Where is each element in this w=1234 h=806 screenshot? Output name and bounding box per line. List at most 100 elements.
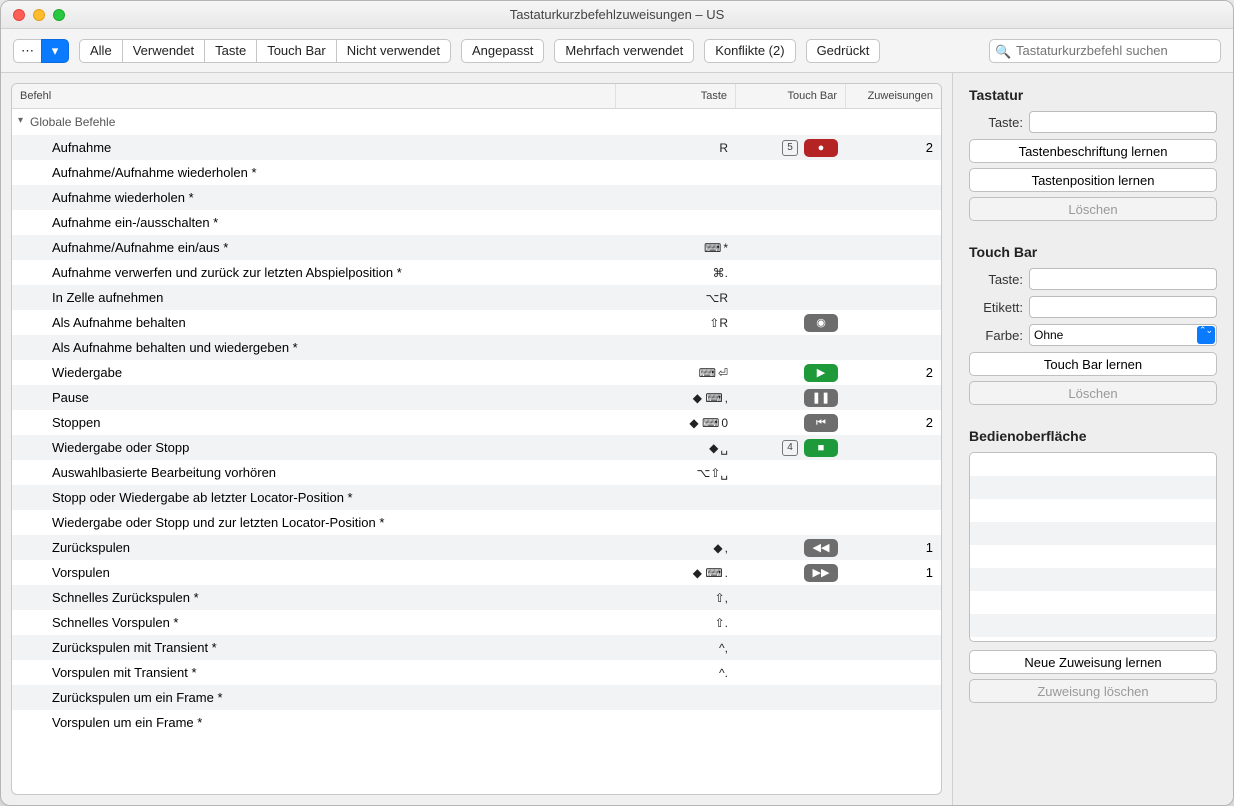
learn-key-position-button[interactable]: Tastenposition lernen	[969, 168, 1217, 192]
search-icon: 🔍	[995, 44, 1011, 60]
col-assignments[interactable]: Zuweisungen	[846, 84, 941, 108]
command-cell: Pause	[12, 390, 616, 405]
table-row[interactable]: In Zelle aufnehmen⌥R	[12, 285, 941, 310]
table-row[interactable]: Aufnahme wiederholen *	[12, 185, 941, 210]
tb-key-label: Taste:	[969, 272, 1023, 287]
table-row[interactable]: Vorspulen◆ ⌨.▶▶1	[12, 560, 941, 585]
table-row[interactable]: Wiedergabe⌨⏎▶2	[12, 360, 941, 385]
zoom-icon[interactable]	[53, 9, 65, 21]
search-input[interactable]	[989, 39, 1221, 63]
command-cell: Aufnahme wiederholen *	[12, 190, 616, 205]
table-row[interactable]: Pause◆ ⌨,❚❚	[12, 385, 941, 410]
table-row[interactable]: Auswahlbasierte Bearbeitung vorhören⌥⇧␣	[12, 460, 941, 485]
table-row[interactable]: Aufnahme/Aufnahme wiederholen *	[12, 160, 941, 185]
filter-nicht-verwendet[interactable]: Nicht verwendet	[336, 39, 451, 63]
surface-section: Bedienoberfläche Neue Zuweisung lernen Z…	[969, 428, 1217, 708]
key-cell: R	[616, 140, 736, 155]
close-icon[interactable]	[13, 9, 25, 21]
key-cell	[616, 165, 736, 180]
table-row[interactable]: Wiedergabe oder Stopp und zur letzten Lo…	[12, 510, 941, 535]
table-body[interactable]: Globale Befehle AufnahmeR5●2Aufnahme/Auf…	[12, 109, 941, 794]
tb-color-label: Farbe:	[969, 328, 1023, 343]
tb-etikett-input[interactable]	[1029, 296, 1217, 318]
keyboard-title: Tastatur	[969, 87, 1217, 103]
table-row[interactable]: AufnahmeR5●2	[12, 135, 941, 160]
minimize-icon[interactable]	[33, 9, 45, 21]
command-cell: Aufnahme/Aufnahme wiederholen *	[12, 165, 616, 180]
assignments-cell: 2	[846, 140, 941, 155]
touchbar-cell: ⏮	[736, 414, 846, 432]
touchbar-cell: 4■	[736, 439, 846, 457]
multi-used-button[interactable]: Mehrfach verwendet	[554, 39, 694, 63]
table-row[interactable]: Wiedergabe oder Stopp◆␣4■	[12, 435, 941, 460]
table-row[interactable]: Zurückspulen um ein Frame *	[12, 685, 941, 710]
search-field: 🔍	[989, 39, 1221, 63]
view-dropdown-button[interactable]: ▾	[41, 39, 69, 63]
view-options-button[interactable]: ⋯	[13, 39, 41, 63]
command-cell: Als Aufnahme behalten	[12, 315, 616, 330]
assignments-cell: 2	[846, 415, 941, 430]
window-title: Tastaturkurzbefehlzuweisungen – US	[510, 7, 725, 22]
surface-title: Bedienoberfläche	[969, 428, 1217, 444]
filter-taste[interactable]: Taste	[204, 39, 256, 63]
table-row[interactable]: Als Aufnahme behalten und wiedergeben *	[12, 335, 941, 360]
command-cell: Stoppen	[12, 415, 616, 430]
table-row[interactable]: Aufnahme/Aufnahme ein/aus *⌨*	[12, 235, 941, 260]
customized-button[interactable]: Angepasst	[461, 39, 544, 63]
table-row[interactable]: Als Aufnahme behalten⇧R◉	[12, 310, 941, 335]
table-row[interactable]: Zurückspulen◆,◀◀1	[12, 535, 941, 560]
conflicts-button[interactable]: Konflikte (2)	[704, 39, 795, 63]
key-input[interactable]	[1029, 111, 1217, 133]
command-cell: Wiedergabe oder Stopp	[12, 440, 616, 455]
pressed-button[interactable]: Gedrückt	[806, 39, 881, 63]
tb-color-select[interactable]: Ohne	[1029, 324, 1217, 346]
key-cell	[616, 690, 736, 705]
group-header[interactable]: Globale Befehle	[12, 109, 941, 135]
col-touchbar[interactable]: Touch Bar	[736, 84, 846, 108]
touchbar-badge-icon: ●	[804, 139, 838, 157]
touchbar-badge-icon: ▶▶	[804, 564, 838, 582]
inspector: Tastatur Taste: Tastenbeschriftung lerne…	[953, 73, 1233, 805]
table-row[interactable]: Stoppen◆ ⌨0 ⏮ 2	[12, 410, 941, 435]
table-row[interactable]: Schnelles Zurückspulen *⇧,	[12, 585, 941, 610]
filter-verwendet[interactable]: Verwendet	[122, 39, 204, 63]
table-row[interactable]: Zurückspulen mit Transient *^,	[12, 635, 941, 660]
learn-key-label-button[interactable]: Tastenbeschriftung lernen	[969, 139, 1217, 163]
main-panel: Befehl Taste Touch Bar Zuweisungen Globa…	[1, 73, 953, 805]
table-row[interactable]: Schnelles Vorspulen *⇧.	[12, 610, 941, 635]
touchbar-badge-icon: ⏮	[804, 414, 838, 432]
key-cell: ⌘.	[616, 265, 736, 280]
table-row[interactable]: Aufnahme ein-/ausschalten *	[12, 210, 941, 235]
key-cell: ^.	[616, 665, 736, 680]
touchbar-cell: ▶	[736, 364, 846, 382]
table-row[interactable]: Aufnahme verwerfen und zurück zur letzte…	[12, 260, 941, 285]
window: Tastaturkurzbefehlzuweisungen – US ⋯ ▾ A…	[0, 0, 1234, 806]
key-cell	[616, 715, 736, 730]
surface-listbox[interactable]	[969, 452, 1217, 642]
key-cell: ◆ ⌨0	[616, 415, 736, 430]
table-row[interactable]: Stopp oder Wiedergabe ab letzter Locator…	[12, 485, 941, 510]
command-cell: Zurückspulen mit Transient *	[12, 640, 616, 655]
filter-alle[interactable]: Alle	[79, 39, 122, 63]
key-cell: ⌨*	[616, 240, 736, 255]
commands-table: Befehl Taste Touch Bar Zuweisungen Globa…	[11, 83, 942, 795]
touchbar-badge-icon: ■	[804, 439, 838, 457]
learn-assignment-button[interactable]: Neue Zuweisung lernen	[969, 650, 1217, 674]
filter-segment: AlleVerwendetTasteTouch BarNicht verwend…	[79, 39, 451, 63]
touchbar-section: Touch Bar Taste: Etikett: Farbe: Ohne	[969, 244, 1217, 410]
key-cell: ⇧.	[616, 615, 736, 630]
tb-key-input[interactable]	[1029, 268, 1217, 290]
table-row[interactable]: Vorspulen mit Transient *^.	[12, 660, 941, 685]
learn-touchbar-button[interactable]: Touch Bar lernen	[969, 352, 1217, 376]
col-command[interactable]: Befehl	[12, 84, 616, 108]
key-cell: ⇧,	[616, 590, 736, 605]
touchbar-cell: ◀◀	[736, 539, 846, 557]
key-cell: ⌥⇧␣	[616, 465, 736, 480]
col-key[interactable]: Taste	[616, 84, 736, 108]
key-cell	[616, 490, 736, 505]
touchbar-title: Touch Bar	[969, 244, 1217, 260]
filter-touch-bar[interactable]: Touch Bar	[256, 39, 336, 63]
table-row[interactable]: Vorspulen um ein Frame *	[12, 710, 941, 735]
command-cell: Aufnahme verwerfen und zurück zur letzte…	[12, 265, 616, 280]
tb-etikett-label: Etikett:	[969, 300, 1023, 315]
